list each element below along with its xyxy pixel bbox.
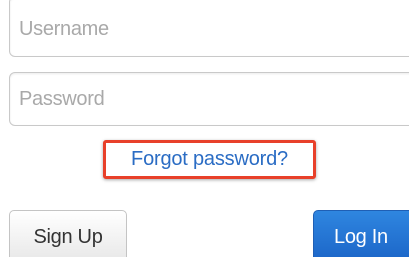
forgot-password-highlight: Forgot password? [103, 140, 316, 179]
login-panel: Forgot password? Sign Up Log In [0, 0, 409, 257]
username-input[interactable] [9, 0, 409, 57]
log-in-button[interactable]: Log In [313, 210, 409, 257]
sign-up-button[interactable]: Sign Up [9, 210, 127, 257]
password-input[interactable] [9, 72, 409, 126]
forgot-password-link[interactable]: Forgot password? [131, 148, 288, 171]
